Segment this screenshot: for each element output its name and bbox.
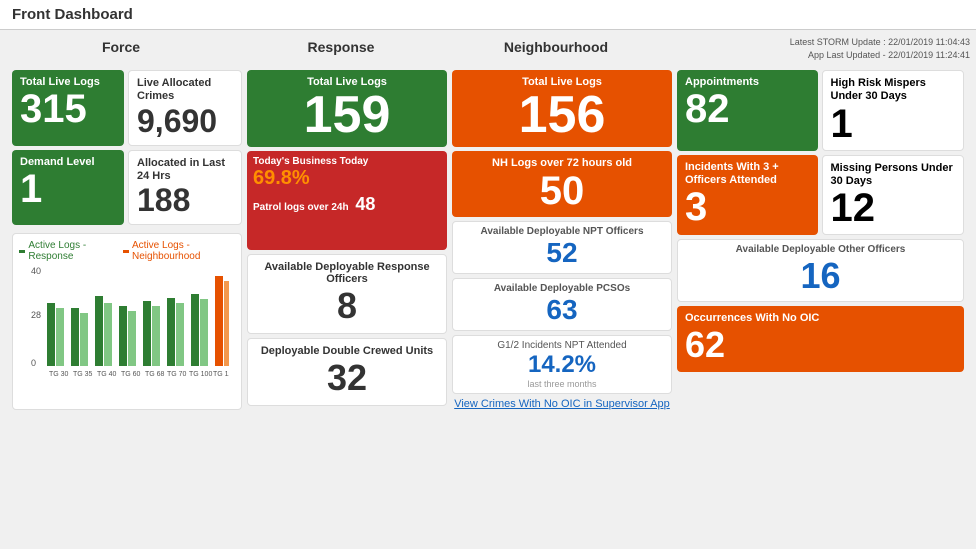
response-double-crewed-label: Deployable Double Crewed Units: [256, 345, 438, 357]
occurrences-value: 62: [685, 324, 956, 366]
svg-text:TG 70: TG 70: [167, 371, 187, 376]
response-double-crewed-box: Deployable Double Crewed Units 32: [247, 338, 447, 406]
page-title: Front Dashboard: [12, 6, 133, 23]
bar-chart: 40 28 0: [19, 266, 229, 376]
response-total-live-logs-value: 159: [255, 89, 439, 141]
force-live-allocated-crimes-value: 9,690: [137, 104, 233, 139]
appointments-value: 82: [685, 89, 810, 129]
force-chart-area: Active Logs - Response Active Logs - Nei…: [12, 233, 242, 409]
force-allocated-last24-value: 188: [137, 183, 233, 218]
occurrences-tile: Occurrences With No OIC 62: [677, 306, 964, 372]
patrol-logs-value: 48: [355, 194, 375, 214]
force-total-live-logs-tile: Total Live Logs 315: [12, 70, 124, 146]
response-section-header: Response: [241, 36, 441, 65]
appointments-tile: Appointments 82: [677, 70, 818, 150]
force-live-allocated-crimes-tile: Live Allocated Crimes 9,690: [128, 70, 242, 146]
nh-deployable-npt-label: Available Deployable NPT Officers: [461, 226, 663, 237]
nh-logs-72h-tile: NH Logs over 72 hours old 50: [452, 151, 672, 216]
g12-sub: last three months: [459, 379, 665, 389]
g12-value: 14.2%: [459, 351, 665, 379]
g12-label: G1/2 Incidents NPT Attended: [459, 340, 665, 351]
response-total-live-logs-tile: Total Live Logs 159: [247, 70, 447, 147]
nh-deployable-npt-box: Available Deployable NPT Officers 52: [452, 221, 672, 274]
svg-text:40: 40: [31, 266, 41, 276]
todays-business-pct: 69.8%: [253, 167, 310, 189]
nh-deployable-pcso-box: Available Deployable PCSOs 63: [452, 278, 672, 331]
high-risk-tile: High Risk Mispers Under 30 Days 1: [822, 70, 965, 150]
svg-text:TG 60: TG 60: [121, 371, 141, 376]
high-risk-label: High Risk Mispers Under 30 Days: [831, 77, 956, 103]
nh-deployable-pcso-label: Available Deployable PCSOs: [461, 283, 663, 294]
svg-text:TG 120: TG 120: [213, 371, 229, 376]
force-section-header: Force: [6, 36, 236, 65]
force-total-live-logs-value: 315: [20, 89, 116, 129]
nh-deployable-npt-value: 52: [461, 237, 663, 269]
response-deployable-label: Available Deployable Response Officers: [256, 261, 438, 285]
svg-text:TG 35: TG 35: [73, 371, 93, 376]
high-risk-value: 1: [831, 104, 956, 144]
force-allocated-last24-tile: Allocated in Last 24 Hrs 188: [128, 150, 242, 226]
incidents-officers-value: 3: [685, 187, 810, 227]
response-today-tile: Today's Business Today 69.8% Patrol logs…: [247, 151, 447, 249]
missing-persons-tile: Missing Persons Under 30 Days 12: [822, 155, 965, 235]
view-crimes-link[interactable]: View Crimes With No OIC in Supervisor Ap…: [452, 398, 672, 410]
missing-persons-label: Missing Persons Under 30 Days: [831, 162, 956, 188]
incidents-officers-label: Incidents With 3 + Officers Attended: [685, 161, 810, 187]
legend-neighbourhood: Active Logs - Neighbourhood: [123, 240, 235, 262]
response-double-crewed-value: 32: [256, 357, 438, 399]
force-demand-level-tile: Demand Level 1: [12, 150, 124, 226]
patrol-logs-label: Patrol logs over 24h: [253, 202, 349, 213]
svg-text:0: 0: [31, 358, 36, 368]
response-deployable-value: 8: [256, 285, 438, 327]
force-live-allocated-crimes-label: Live Allocated Crimes: [137, 77, 233, 103]
deployable-other-value: 16: [686, 255, 955, 297]
svg-text:TG 100: TG 100: [189, 371, 212, 376]
force-demand-level-value: 1: [20, 169, 116, 209]
svg-text:TG 40: TG 40: [97, 371, 117, 376]
nh-total-live-logs-value: 156: [460, 89, 664, 141]
svg-text:TG 68: TG 68: [145, 371, 165, 376]
storm-update: Latest STORM Update : 22/01/2019 11:04:4…: [790, 36, 970, 61]
incidents-officers-tile: Incidents With 3 + Officers Attended 3: [677, 155, 818, 235]
deployable-other-label: Available Deployable Other Officers: [686, 244, 955, 255]
missing-persons-value: 12: [831, 188, 956, 228]
svg-text:TG 30: TG 30: [49, 371, 69, 376]
force-allocated-last24-label: Allocated in Last 24 Hrs: [137, 157, 233, 183]
neighbourhood-section-header: Neighbourhood: [446, 36, 666, 65]
response-deployable-box: Available Deployable Response Officers 8: [247, 254, 447, 334]
legend-response: Active Logs - Response: [19, 240, 113, 262]
page-header: Front Dashboard: [0, 0, 976, 30]
todays-business-label: Today's Business Today: [253, 156, 441, 167]
g12-box: G1/2 Incidents NPT Attended 14.2% last t…: [452, 335, 672, 394]
nh-total-live-logs-tile: Total Live Logs 156: [452, 70, 672, 147]
svg-text:28: 28: [31, 310, 41, 320]
occurrences-label: Occurrences With No OIC: [685, 312, 956, 324]
nh-logs-72h-value: 50: [460, 171, 664, 211]
deployable-other-box: Available Deployable Other Officers 16: [677, 239, 964, 302]
nh-deployable-pcso-value: 63: [461, 294, 663, 326]
